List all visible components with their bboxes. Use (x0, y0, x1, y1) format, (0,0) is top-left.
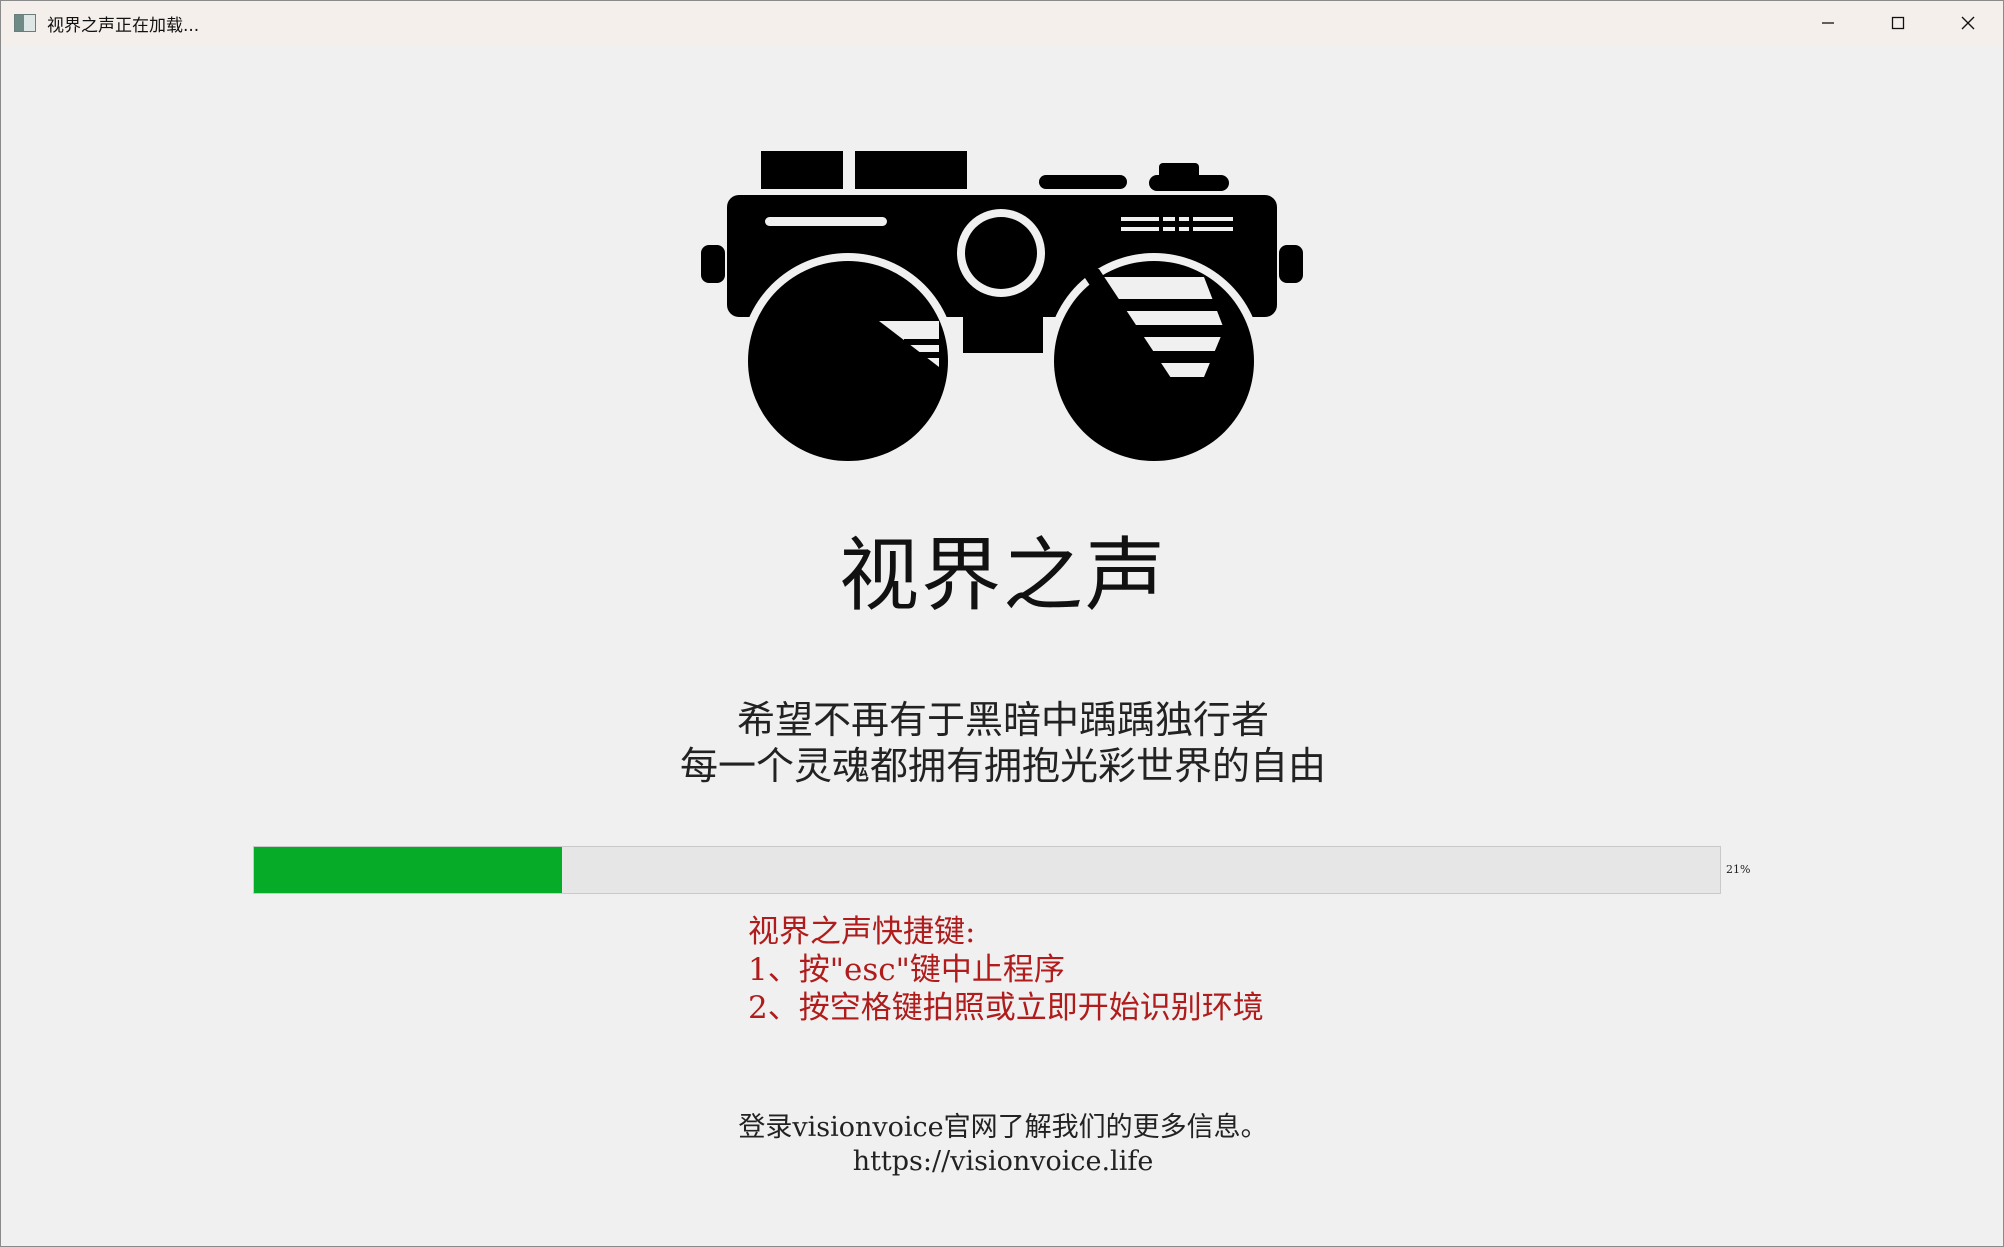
shortcut-help: 视界之声快捷键: 1、按"esc"键中止程序 2、按空格键拍照或立即开始识别环境 (748, 913, 1264, 1027)
slogan: 希望不再有于黑暗中踽踽独行者 每一个灵魂都拥有拥抱光彩世界的自由 (1, 697, 2003, 789)
footer-info: 登录visionvoice官网了解我们的更多信息。 https://vision… (1, 1111, 2003, 1179)
website-link[interactable]: https://visionvoice.life (1, 1145, 2003, 1179)
app-name: 视界之声 (839, 529, 1167, 622)
window-controls (1793, 1, 2003, 45)
binocular-camera-logo-icon (701, 151, 1303, 469)
minimize-button[interactable] (1793, 1, 1863, 45)
progress-percent-label: 21% (1726, 863, 1751, 876)
close-button[interactable] (1933, 1, 2003, 45)
maximize-icon (1891, 16, 1905, 30)
loading-progress-bar (253, 846, 1721, 894)
loading-window: 视界之声正在加载... 视界之声 希望不再有于黑暗中踽踽独行者 每一个灵魂都拥有… (0, 0, 2004, 1247)
close-icon (1961, 16, 1975, 30)
slogan-line-2: 每一个灵魂都拥有拥抱光彩世界的自由 (679, 744, 1326, 788)
shortcut-item-esc: 1、按"esc"键中止程序 (748, 952, 1065, 988)
maximize-button[interactable] (1863, 1, 1933, 45)
app-icon (14, 14, 36, 32)
shortcut-item-space: 2、按空格键拍照或立即开始识别环境 (748, 990, 1264, 1026)
minimize-icon (1822, 22, 1834, 24)
slogan-line-1: 希望不再有于黑暗中踽踽独行者 (736, 698, 1269, 742)
window-title: 视界之声正在加载... (47, 15, 200, 36)
progress-fill (254, 847, 562, 893)
title-bar[interactable]: 视界之声正在加载... (1, 1, 2003, 45)
shortcut-heading: 视界之声快捷键: (748, 914, 976, 950)
footer-text: 登录visionvoice官网了解我们的更多信息。 (738, 1112, 1268, 1143)
